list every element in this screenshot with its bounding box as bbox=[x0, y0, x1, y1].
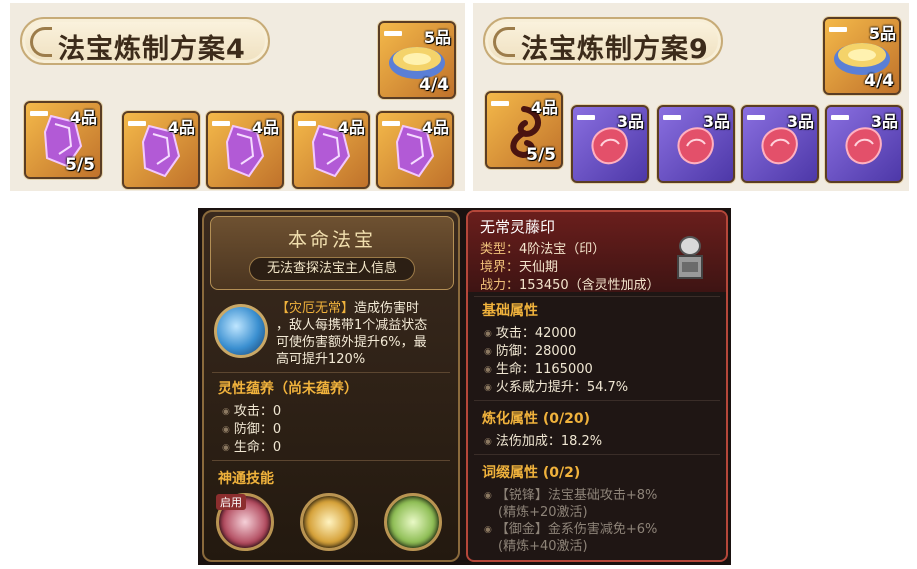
divider bbox=[212, 460, 450, 461]
lightning-power-icon[interactable] bbox=[300, 493, 358, 551]
tier-label: 3品 bbox=[870, 112, 898, 131]
tier-label: 5品 bbox=[423, 28, 451, 47]
affix-title: 词缀属性 (0/2) bbox=[482, 465, 581, 481]
divider bbox=[474, 400, 720, 401]
refine-title: 炼化属性 (0/20) bbox=[482, 411, 591, 427]
item-type: 类型：4阶法宝（印） bbox=[480, 242, 606, 257]
seal-icon bbox=[677, 236, 703, 279]
tier-label: 4品 bbox=[530, 98, 558, 117]
item-info-panel: 无常灵藤印 类型：4阶法宝（印） 境界：天仙期 战力：153450（含灵性加成）… bbox=[466, 210, 728, 562]
tier-label: 5品 bbox=[868, 24, 896, 43]
recipe-title: 法宝炼制方案9 bbox=[521, 34, 709, 65]
recipe-title-banner: 法宝炼制方案9 bbox=[483, 17, 723, 65]
material-slot[interactable]: 4品 bbox=[292, 111, 370, 189]
material-slot[interactable]: 3品 bbox=[657, 105, 735, 183]
divider bbox=[212, 372, 450, 373]
item-realm: 境界：天仙期 bbox=[480, 260, 559, 275]
skill-line: 可使伤害额外提升6%，最 bbox=[276, 335, 427, 350]
panel-title: 本命法宝 bbox=[287, 229, 376, 251]
material-slot[interactable]: 3品 bbox=[571, 105, 649, 183]
item-power: 战力：153450（含灵性加成） bbox=[480, 278, 660, 293]
nurture-stat: 攻击：0 bbox=[222, 400, 281, 419]
base-stats-title: 基础属性 bbox=[482, 303, 538, 319]
material-slot[interactable]: 4品 bbox=[376, 111, 454, 189]
powers-title: 神通技能 bbox=[218, 471, 274, 487]
fabao-detail-screen: 本命法宝 无法查探法宝主人信息 【灾厄无常】造成伤害时 ，敌人每携带1个减益状态… bbox=[198, 208, 731, 565]
base-stat: 攻击：42000 bbox=[484, 322, 576, 341]
natal-fabao-panel: 本命法宝 无法查探法宝主人信息 【灾厄无常】造成伤害时 ，敌人每携带1个减益状态… bbox=[202, 210, 460, 562]
tier-label: 3品 bbox=[702, 112, 730, 131]
main-item-slot[interactable]: 5品 4/4 bbox=[378, 21, 456, 99]
base-stat: 防御：28000 bbox=[484, 340, 576, 359]
divider bbox=[474, 454, 720, 455]
tier-label: 3品 bbox=[616, 112, 644, 131]
base-stat: 火系威力提升：54.7% bbox=[484, 376, 628, 395]
material-slot[interactable]: 4品 bbox=[122, 111, 200, 189]
refine-stat: 法伤加成：18.2% bbox=[484, 430, 602, 449]
skill-orb-icon[interactable] bbox=[214, 304, 268, 358]
material-slot[interactable]: 4品 bbox=[206, 111, 284, 189]
enabled-badge: 启用 bbox=[216, 494, 246, 510]
count-label: 5/5 bbox=[65, 155, 95, 175]
recipe-title-banner: 法宝炼制方案4 bbox=[20, 17, 270, 65]
count-label: 5/5 bbox=[526, 145, 556, 165]
item-name: 无常灵藤印 bbox=[480, 218, 556, 236]
count-label: 4/4 bbox=[419, 75, 449, 95]
tier-label: 4品 bbox=[337, 118, 365, 137]
material-slot[interactable]: 3品 bbox=[825, 105, 903, 183]
material-slot[interactable]: 4品 5/5 bbox=[24, 101, 102, 179]
recipe-title: 法宝炼制方案4 bbox=[58, 34, 246, 65]
skill-line: 造成伤害时 bbox=[354, 301, 420, 316]
divider bbox=[474, 296, 720, 297]
count-label: 4/4 bbox=[864, 71, 894, 91]
tier-label: 4品 bbox=[251, 118, 279, 137]
skill-description: 【灾厄无常】造成伤害时 ，敌人每携带1个减益状态 可使伤害额外提升6%，最 高可… bbox=[276, 300, 458, 368]
tier-label: 4品 bbox=[69, 108, 97, 127]
scroll-curl-icon bbox=[493, 27, 515, 57]
skill-line: 高可提升120% bbox=[276, 352, 366, 367]
tier-label: 3品 bbox=[786, 112, 814, 131]
recipe-panel-4: 法宝炼制方案4 5品 4/4 4品 5/5 4品 4品 4品 4品 bbox=[10, 3, 465, 191]
skill-line: ，敌人每携带1个减益状态 bbox=[276, 318, 428, 333]
base-stat: 生命：1165000 bbox=[484, 358, 593, 377]
nurture-title: 灵性蕴养（尚未蕴养） bbox=[218, 381, 358, 397]
panel-header: 本命法宝 无法查探法宝主人信息 bbox=[210, 216, 454, 290]
affix-note: (精炼+40激活) bbox=[498, 539, 588, 554]
panel-subtitle: 无法查探法宝主人信息 bbox=[249, 257, 415, 281]
leaf-power-icon[interactable] bbox=[384, 493, 442, 551]
tier-label: 4品 bbox=[421, 118, 449, 137]
scroll-curl-icon bbox=[30, 27, 52, 57]
tier-label: 4品 bbox=[167, 118, 195, 137]
nurture-stat: 生命：0 bbox=[222, 436, 281, 455]
recipe-panel-9: 法宝炼制方案9 5品 4/4 4品 5/5 3品 3品 3品 3品 bbox=[473, 3, 909, 191]
nurture-stat: 防御：0 bbox=[222, 418, 281, 437]
skill-tag: 【灾厄无常】 bbox=[276, 301, 355, 316]
material-slot[interactable]: 3品 bbox=[741, 105, 819, 183]
material-slot[interactable]: 4品 5/5 bbox=[485, 91, 563, 169]
main-item-slot[interactable]: 5品 4/4 bbox=[823, 17, 901, 95]
